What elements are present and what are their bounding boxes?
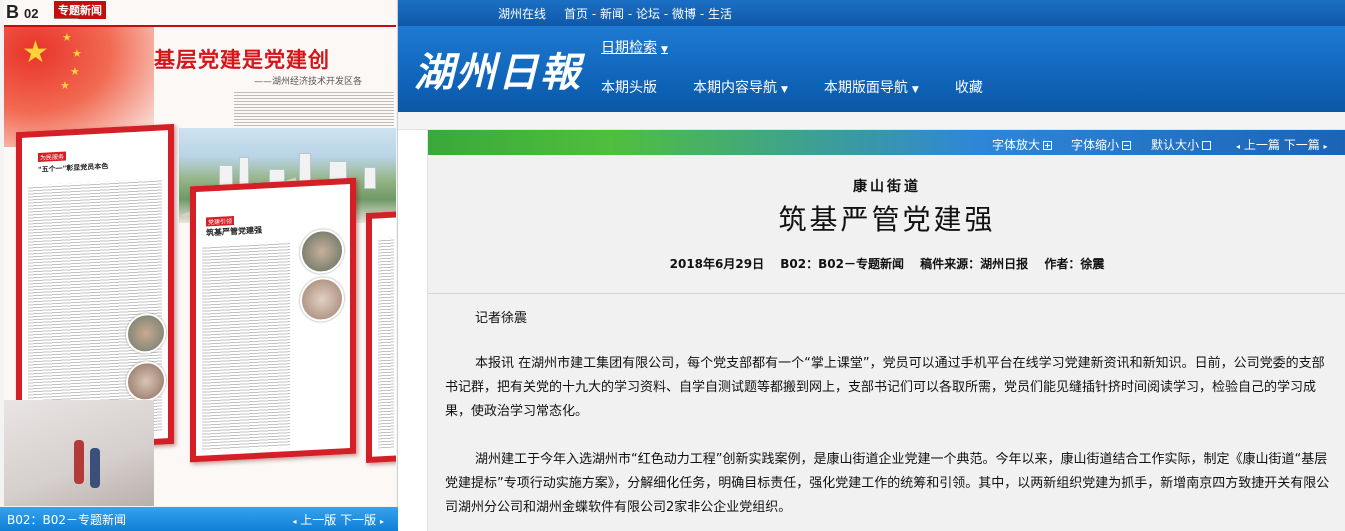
date-search-dropdown[interactable]: 日期检索 ▼ bbox=[601, 37, 668, 57]
person-figure bbox=[74, 440, 84, 484]
site-name-link[interactable]: 湖州在线 bbox=[498, 5, 546, 22]
article-area: 字体放大 字体缩小 默认大小 ◂ 上一篇 下一篇 ▸ 康山街道 筑基严管党建强 … bbox=[427, 130, 1345, 531]
next-page-link[interactable]: 下一版 bbox=[340, 513, 376, 527]
header-band bbox=[398, 112, 1345, 130]
page-headline: 基层党建是党建创 bbox=[154, 47, 330, 72]
article-byline: 记者徐震 bbox=[475, 311, 528, 326]
font-bigger-button[interactable]: 字体放大 bbox=[992, 136, 1053, 153]
nav-layout-dropdown[interactable]: 本期版面导航 ▼ bbox=[824, 77, 919, 97]
font-smaller-label: 字体缩小 bbox=[1071, 138, 1120, 152]
page-nav: ◂ 上一版 下一版 ▸ bbox=[292, 511, 384, 528]
nav-content-label: 本期内容导航 bbox=[693, 80, 777, 96]
exhibition-photo bbox=[4, 400, 154, 506]
panel-text-block bbox=[202, 241, 290, 452]
flag-star-icon: ★ bbox=[70, 65, 80, 78]
nav-front-page[interactable]: 本期头版 bbox=[601, 77, 657, 97]
article-panel-3[interactable] bbox=[366, 210, 396, 464]
flag-star-icon: ★ bbox=[60, 79, 70, 92]
page-footer-label: B02：B02－专题新闻 bbox=[7, 513, 127, 527]
flag-star-icon: ★ bbox=[72, 47, 82, 60]
main-nav: 本期头版 本期内容导航 ▼ 本期版面导航 ▼ 收藏 bbox=[601, 77, 1019, 97]
article-title: 筑基严管党建强 bbox=[778, 203, 996, 236]
font-bigger-label: 字体放大 bbox=[992, 138, 1041, 152]
chevron-down-icon: ▼ bbox=[911, 85, 919, 95]
panel-title: "五个一"彰显党员本色 bbox=[38, 162, 109, 174]
panel-title: 筑基严管党建强 bbox=[206, 225, 262, 238]
article-kicker: 康山街道 bbox=[853, 179, 921, 195]
divider bbox=[428, 293, 1345, 294]
top-link-weibo[interactable]: 微博 bbox=[672, 7, 696, 21]
person-figure bbox=[90, 448, 100, 488]
panel-text-block bbox=[378, 237, 394, 449]
plus-icon bbox=[1043, 141, 1053, 150]
panel-photo bbox=[300, 276, 344, 323]
prev-article-link[interactable]: 上一篇 bbox=[1244, 138, 1280, 152]
article-meta: 2018年6月29日 B02：B02－专题新闻 稿件来源：湖州日报 作者：徐震 bbox=[428, 255, 1345, 272]
nav-favorite[interactable]: 收藏 bbox=[955, 77, 983, 97]
newspaper-page-panel: B 02 专题新闻 ━━━━━━━━ ★ ★ ★ ★ ★ 基层党建是党建创 ——… bbox=[0, 0, 398, 531]
page-date-line: ━━━━━━━━ bbox=[54, 16, 79, 22]
page-intro-text bbox=[234, 90, 394, 130]
nav-layout-label: 本期版面导航 bbox=[823, 80, 908, 96]
top-links: 首页 - 新闻 - 论坛 - 微博 - 生活 bbox=[564, 5, 732, 22]
nav-content-dropdown[interactable]: 本期内容导航 ▼ bbox=[693, 77, 788, 97]
article-nav: ◂ 上一篇 下一篇 ▸ bbox=[1236, 136, 1328, 153]
top-link-separator: - bbox=[627, 7, 636, 21]
page-subheadline: ——湖州经济技术开发区各 bbox=[254, 77, 363, 87]
epaper-site: 湖州在线 首页 - 新闻 - 论坛 - 微博 - 生活 湖州日報 日期检索 ▼ 本… bbox=[398, 0, 1345, 531]
chevron-down-icon: ▼ bbox=[661, 45, 668, 55]
article-source: 稿件来源：湖州日报 bbox=[920, 257, 1029, 271]
page-number: 02 bbox=[24, 6, 39, 21]
article-author: 作者：徐震 bbox=[1044, 257, 1105, 271]
minus-icon bbox=[1122, 141, 1132, 150]
font-default-button[interactable]: 默认大小 bbox=[1151, 136, 1212, 153]
top-link-separator: - bbox=[591, 7, 600, 21]
font-smaller-button[interactable]: 字体缩小 bbox=[1071, 136, 1132, 153]
prev-arrow-icon: ◂ bbox=[1236, 142, 1241, 151]
font-default-label: 默认大小 bbox=[1151, 138, 1200, 152]
article-toolbar: 字体放大 字体缩小 默认大小 ◂ 上一篇 下一篇 ▸ bbox=[428, 130, 1345, 155]
flag-star-icon: ★ bbox=[22, 35, 49, 70]
date-search-label: 日期检索 bbox=[601, 40, 657, 56]
top-link-separator: - bbox=[663, 7, 672, 21]
top-link-news[interactable]: 新闻 bbox=[600, 7, 624, 21]
next-arrow-icon: ▸ bbox=[1323, 142, 1328, 151]
prev-page-arrow-icon: ◂ bbox=[292, 517, 297, 526]
panel-tag: 党建引领 bbox=[206, 216, 235, 227]
top-link-home[interactable]: 首页 bbox=[564, 7, 588, 21]
newspaper-page-image[interactable]: B 02 专题新闻 ━━━━━━━━ ★ ★ ★ ★ ★ 基层党建是党建创 ——… bbox=[4, 0, 396, 506]
top-link-life[interactable]: 生活 bbox=[708, 7, 732, 21]
prev-page-link[interactable]: 上一版 bbox=[300, 513, 336, 527]
flag-star-icon: ★ bbox=[62, 31, 72, 44]
chevron-down-icon: ▼ bbox=[781, 85, 788, 95]
next-article-link[interactable]: 下一篇 bbox=[1284, 138, 1320, 152]
top-link-forum[interactable]: 论坛 bbox=[636, 7, 660, 21]
square-icon bbox=[1202, 141, 1212, 150]
newspaper-logo[interactable]: 湖州日報 bbox=[414, 40, 582, 98]
article-page: B02：B02－专题新闻 bbox=[780, 257, 904, 271]
page-footer-bar: B02：B02－专题新闻 ◂ 上一版 下一版 ▸ bbox=[0, 507, 398, 531]
panel-photo bbox=[300, 228, 344, 275]
site-header: 湖州日報 日期检索 ▼ 本期头版 本期内容导航 ▼ 本期版面导航 ▼ 收藏 bbox=[398, 26, 1345, 112]
page-header: B 02 专题新闻 ━━━━━━━━ bbox=[4, 0, 396, 26]
article-paragraph: 本报讯 在湖州市建工集团有限公司，每个党支部都有一个“掌上课堂”，党员可以通过手… bbox=[445, 356, 1325, 419]
building-shape bbox=[364, 167, 376, 189]
next-page-arrow-icon: ▸ bbox=[379, 517, 384, 526]
panel-tag: 为民服务 bbox=[38, 151, 67, 162]
article-paragraph: 湖州建工于今年入选湖州市“红色动力工程”创新实践案例，是康山街道企业党建一个典范… bbox=[445, 452, 1330, 515]
article-panel-2[interactable]: 党建引领 筑基严管党建强 bbox=[190, 177, 356, 463]
page-letter: B bbox=[6, 2, 19, 22]
article-date: 2018年6月29日 bbox=[669, 257, 765, 271]
top-bar: 湖州在线 首页 - 新闻 - 论坛 - 微博 - 生活 bbox=[398, 0, 1345, 26]
top-link-separator: - bbox=[699, 7, 708, 21]
